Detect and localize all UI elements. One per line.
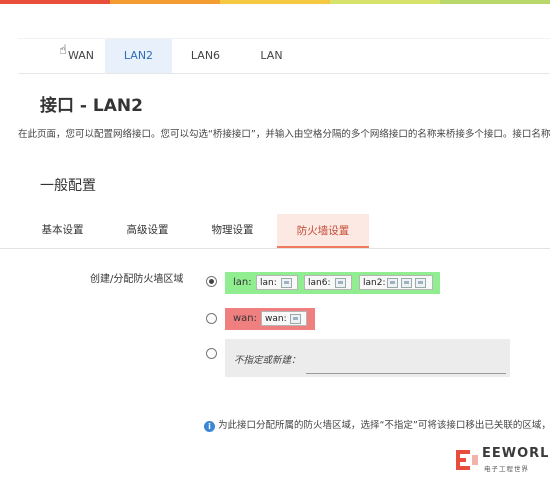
chip-label: wan: (265, 314, 287, 324)
tab-label: 物理设置 (211, 224, 254, 236)
watermark-subtitle: 电子工程世界 (484, 465, 529, 473)
network-port-icon (290, 314, 301, 324)
top-color-bar (0, 0, 550, 4)
help-text: i 为此接口分配所属的防火墙区域，选择“不指定”可将该接口移出已关联的区域， (204, 417, 550, 432)
tab-physical-settings[interactable]: 物理设置 (190, 214, 275, 247)
top-bar-segment (220, 0, 330, 4)
zone-name: lan: (233, 277, 252, 288)
interface-tabs: WAN LAN2 LAN6 LAN (18, 38, 550, 74)
eeworld-logo (456, 450, 478, 470)
tab-advanced-settings[interactable]: 高级设置 (105, 214, 190, 247)
chip-label: lan2: (363, 278, 386, 288)
zone-unspecified-radio[interactable] (206, 348, 217, 359)
zone-unspecified-option[interactable]: 不指定或新建： (225, 339, 510, 377)
zone-wan-option[interactable]: wan: wan: (225, 308, 315, 330)
tab-basic-settings[interactable]: 基本设置 (20, 214, 105, 247)
watermark-brand: EEWORLD (482, 446, 550, 461)
network-port-icon (415, 278, 426, 288)
tab-label: 高级设置 (126, 224, 169, 236)
tab-label: LAN2 (123, 49, 154, 62)
new-zone-input[interactable] (306, 373, 506, 374)
tab-lan6[interactable]: LAN6 (178, 39, 233, 73)
tab-label: WAN (67, 49, 95, 62)
page-title: 接口 - LAN2 (40, 96, 143, 116)
top-bar-segment (440, 0, 550, 4)
help-text-content: 为此接口分配所属的防火墙区域，选择“不指定”可将该接口移出已关联的区域， (218, 420, 550, 431)
tab-label: LAN6 (190, 49, 221, 62)
network-port-icon (281, 278, 292, 288)
section-title: 一般配置 (40, 178, 96, 194)
interface-chip-lan2: lan2: (359, 275, 433, 290)
interface-chip-lan: lan: (256, 275, 298, 290)
info-icon: i (204, 421, 215, 432)
interface-chip-wan: wan: (261, 311, 307, 326)
tab-label: 基本设置 (41, 224, 84, 236)
chip-label: lan6: (308, 278, 331, 288)
hand-cursor-icon: ☝ (59, 43, 67, 58)
chip-label: lan: (260, 278, 277, 288)
tab-firewall-settings[interactable]: 防火墙设置 (277, 214, 369, 248)
tab-label: LAN (260, 49, 283, 62)
top-bar-segment (330, 0, 440, 4)
network-port-icon (401, 278, 412, 288)
watermark: EEWORLD 电子工程世界 (448, 441, 550, 477)
network-port-icon (335, 278, 346, 288)
zone-name: wan: (233, 313, 258, 324)
tab-lan[interactable]: LAN (244, 39, 299, 73)
zone-lan-option[interactable]: lan: lan: lan6: lan2: (225, 272, 440, 294)
top-bar-segment (0, 0, 110, 4)
zone-lan-radio[interactable] (206, 276, 217, 287)
tab-lan2[interactable]: LAN2 (105, 39, 172, 73)
firewall-zone-label: 创建/分配防火墙区域 (90, 274, 184, 285)
tab-label: 防火墙设置 (296, 225, 350, 237)
network-port-icon (387, 278, 398, 288)
settings-tabs: 基本设置 高级设置 物理设置 防火墙设置 (0, 214, 550, 249)
top-bar-segment (110, 0, 220, 4)
page-description: 在此页面，您可以配置网络接口。您可以勾选“桥接接口”，并输入由空格分隔的多个网络… (18, 129, 550, 140)
interface-chip-lan6: lan6: (304, 275, 352, 290)
zone-wan-radio[interactable] (206, 313, 217, 324)
unspecified-label: 不指定或新建： (234, 355, 301, 366)
